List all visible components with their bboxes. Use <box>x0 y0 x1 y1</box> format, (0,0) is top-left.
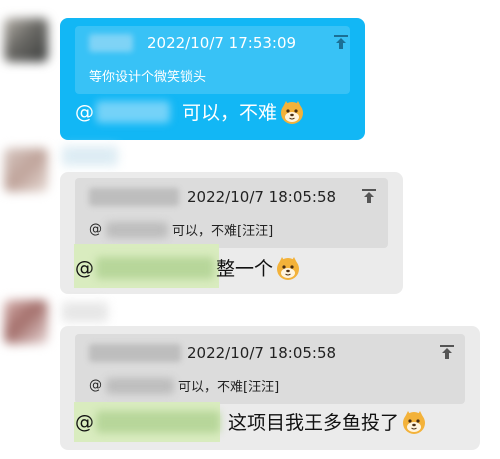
mention-name[interactable] <box>96 410 220 433</box>
message-body: 可以，不难 <box>182 102 278 124</box>
quoted-message[interactable]: 2022/10/7 18:05:58 @ 可以，不难[汪汪] <box>75 178 388 248</box>
quoted-text: 等你设计个微笑锁头 <box>89 70 207 85</box>
quoted-text: @ 可以，不难[汪汪] <box>89 376 279 395</box>
quoted-mention-name <box>106 221 168 238</box>
quoted-timestamp: 2022/10/7 17:53:09 <box>147 34 297 52</box>
message-body: 这项目我王多鱼投了 <box>228 412 400 434</box>
quoted-text: @ 可以，不难[汪汪] <box>89 220 273 239</box>
sender-name <box>62 302 108 322</box>
jump-to-original-icon[interactable] <box>361 188 377 204</box>
message-bubble[interactable]: 2022/10/7 17:53:09 等你设计个微笑锁头 @ 可以，不难 <box>60 18 365 140</box>
mention-name[interactable] <box>96 256 214 279</box>
quoted-mention-at: @ <box>89 222 102 237</box>
quoted-sender-name <box>89 188 179 206</box>
mention-at[interactable]: @ <box>75 257 94 279</box>
mention-name[interactable] <box>96 100 170 123</box>
shiba-dog-emoji-icon <box>281 100 304 124</box>
message-bubble[interactable]: 2022/10/7 18:05:58 @ 可以，不难[汪汪] @ 整一个 <box>60 172 403 294</box>
quoted-sender-name <box>89 34 133 52</box>
shiba-dog-emoji-icon <box>403 410 426 434</box>
quoted-sender-name <box>89 344 181 362</box>
message-body: 整一个 <box>216 258 274 280</box>
quoted-message[interactable]: 2022/10/7 18:05:58 @ 可以，不难[汪汪] <box>75 334 465 404</box>
quoted-body: 可以，不难[汪汪] <box>172 224 274 239</box>
jump-to-original-icon[interactable] <box>439 344 455 360</box>
avatar[interactable] <box>4 18 48 62</box>
message-bubble[interactable]: 2022/10/7 18:05:58 @ 可以，不难[汪汪] @ 这项目我王多鱼… <box>60 326 480 450</box>
avatar[interactable] <box>4 148 48 192</box>
message-text: @ 整一个 <box>75 254 301 281</box>
quoted-message[interactable]: 2022/10/7 17:53:09 等你设计个微笑锁头 <box>75 26 350 94</box>
quoted-mention-name <box>106 377 174 394</box>
sender-name <box>62 146 118 166</box>
quoted-timestamp: 2022/10/7 18:05:58 <box>187 344 337 362</box>
quoted-timestamp: 2022/10/7 18:05:58 <box>187 188 337 206</box>
shiba-dog-emoji-icon <box>277 256 300 280</box>
avatar[interactable] <box>4 300 48 344</box>
mention-at[interactable]: @ <box>75 411 94 433</box>
mention-at[interactable]: @ <box>75 101 94 123</box>
quoted-body: 可以，不难[汪汪] <box>178 380 280 395</box>
message-text: @ 这项目我王多鱼投了 <box>75 408 427 435</box>
message-text: @ 可以，不难 <box>75 98 305 125</box>
quoted-mention-at: @ <box>89 378 102 393</box>
jump-to-original-icon[interactable] <box>333 34 349 50</box>
